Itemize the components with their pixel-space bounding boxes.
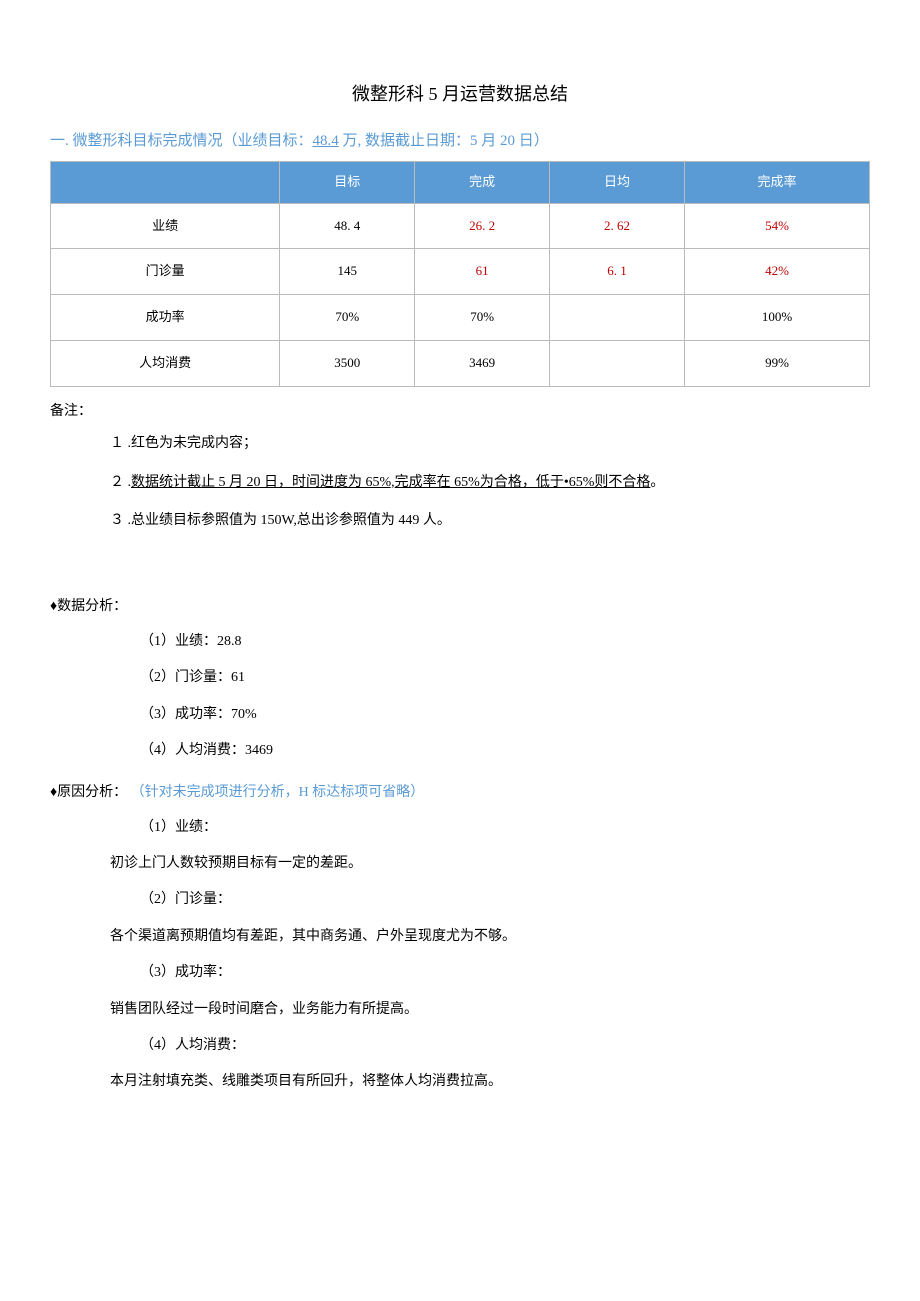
cell-rate: 54%: [684, 203, 869, 249]
table-header-row: 目标 完成 日均 完成率: [51, 161, 870, 203]
notes-block: １ .红色为未完成内容； ２ .数据统计截止 5 月 20 日，时间进度为 65…: [110, 433, 870, 532]
note-2-ul2: 完成率在 65%为合格，低于•65%则不合格: [395, 475, 651, 490]
cause-h4: （4）人均消费：: [140, 1035, 870, 1057]
cell-daily: [550, 340, 685, 386]
cell-rate: 99%: [684, 340, 869, 386]
cause-p4: 本月注射填充类、线雕类项目有所回升，将整体人均消费拉高。: [110, 1071, 870, 1093]
th-target: 目标: [280, 161, 415, 203]
cell-done: 3469: [415, 340, 550, 386]
cause-p3: 销售团队经过一段时间磨合，业务能力有所提高。: [110, 999, 870, 1021]
da-item-2: （2）门诊量：61: [140, 667, 870, 689]
row-label: 业绩: [51, 203, 280, 249]
cell-done: 26. 2: [415, 203, 550, 249]
cause-items: （2）门诊量：: [140, 889, 870, 911]
note-2-num: ２ .: [110, 475, 131, 490]
table-row: 成功率 70% 70% 100%: [51, 295, 870, 341]
section-1-suffix: 万, 数据截止日期：5 月 20 日）: [339, 133, 549, 149]
summary-table: 目标 完成 日均 完成率 业绩 48. 4 26. 2 2. 62 54% 门诊…: [50, 161, 870, 387]
table-row: 人均消费 3500 3469 99%: [51, 340, 870, 386]
cause-heading-text: ♦原因分析：: [50, 785, 127, 800]
note-2-end: 。: [650, 475, 664, 490]
da-item-3: （3）成功率：70%: [140, 704, 870, 726]
cell-daily: 2. 62: [550, 203, 685, 249]
cause-p2: 各个渠道离预期值均有差距，其中商务通、户外呈现度尤为不够。: [110, 926, 870, 948]
data-analysis-heading: ♦数据分析：: [50, 596, 870, 618]
cell-daily: 6. 1: [550, 249, 685, 295]
note-3: ３ .总业绩目标参照值为 150W,总出诊参照值为 449 人。: [110, 510, 870, 532]
cell-target: 145: [280, 249, 415, 295]
cell-rate: 100%: [684, 295, 869, 341]
row-label: 成功率: [51, 295, 280, 341]
da-item-1: （1）业绩：28.8: [140, 631, 870, 653]
table-row: 门诊量 145 61 6. 1 42%: [51, 249, 870, 295]
note-2-ul1: 数据统计截止 5 月 20 日，时间进度为 65%,: [131, 475, 395, 490]
cell-daily: [550, 295, 685, 341]
section-1-target: 48.4: [313, 133, 339, 149]
th-daily: 日均: [550, 161, 685, 203]
cell-done: 61: [415, 249, 550, 295]
cause-items: （1）业绩：: [140, 817, 870, 839]
notes-label: 备注：: [50, 401, 870, 423]
th-done: 完成: [415, 161, 550, 203]
cell-target: 70%: [280, 295, 415, 341]
row-label: 门诊量: [51, 249, 280, 295]
cause-p1: 初诊上门人数较预期目标有一定的差距。: [110, 853, 870, 875]
cause-items: （4）人均消费：: [140, 1035, 870, 1057]
note-2: ２ .数据统计截止 5 月 20 日，时间进度为 65%,完成率在 65%为合格…: [110, 472, 870, 494]
cause-items: （3）成功率：: [140, 962, 870, 984]
data-analysis-items: （1）业绩：28.8 （2）门诊量：61 （3）成功率：70% （4）人均消费：…: [140, 631, 870, 763]
cell-target: 3500: [280, 340, 415, 386]
cause-analysis-heading: ♦原因分析： （针对未完成项进行分析，H 标达标项可省略）: [50, 782, 870, 804]
section-1-prefix: 一. 微整形科目标完成情况（业绩目标：: [50, 133, 313, 149]
cause-h2: （2）门诊量：: [140, 889, 870, 911]
note-1: １ .红色为未完成内容；: [110, 433, 870, 455]
table-row: 业绩 48. 4 26. 2 2. 62 54%: [51, 203, 870, 249]
cause-heading-hint: （针对未完成项进行分析，H 标达标项可省略）: [131, 785, 425, 800]
th-rate: 完成率: [684, 161, 869, 203]
section-1-heading: 一. 微整形科目标完成情况（业绩目标：48.4 万, 数据截止日期：5 月 20…: [50, 129, 870, 153]
row-label: 人均消费: [51, 340, 280, 386]
cause-h3: （3）成功率：: [140, 962, 870, 984]
cell-target: 48. 4: [280, 203, 415, 249]
cell-rate: 42%: [684, 249, 869, 295]
cell-done: 70%: [415, 295, 550, 341]
da-item-4: （4）人均消费：3469: [140, 740, 870, 762]
page-title: 微整形科 5 月运营数据总结: [50, 80, 870, 109]
cause-h1: （1）业绩：: [140, 817, 870, 839]
th-blank: [51, 161, 280, 203]
